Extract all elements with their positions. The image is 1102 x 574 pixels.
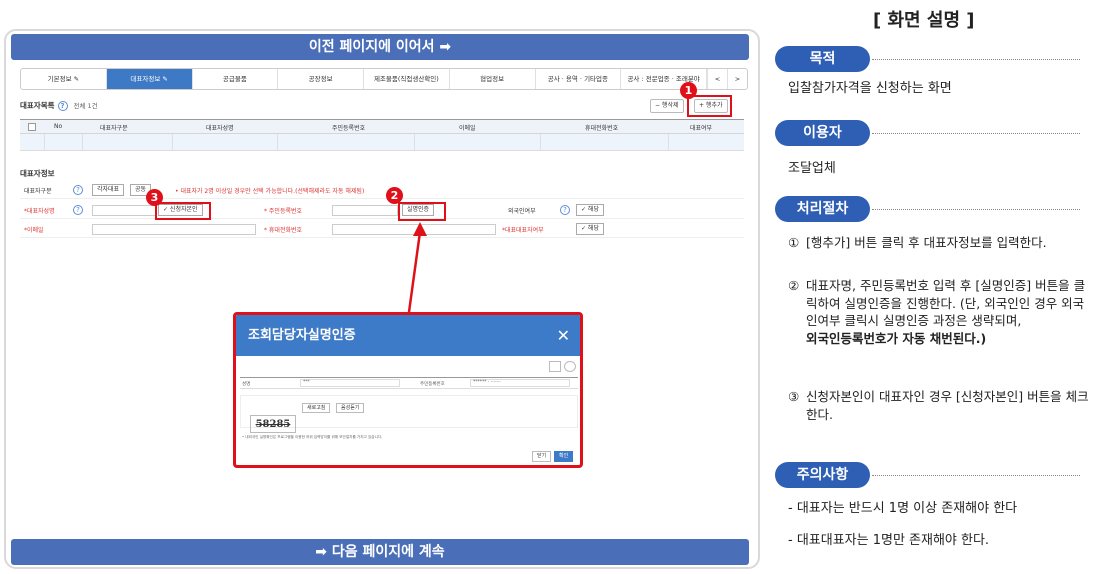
name-field[interactable]: *** [300, 379, 400, 387]
step-number: ③ [788, 389, 800, 404]
name-field-label: 성명 [242, 382, 251, 387]
dialog-close-button[interactable]: 닫기 [532, 451, 552, 462]
step-text: 신청자본인이 대표자인 경우 [신청자본인] 버튼을 체크한다. [806, 389, 1089, 422]
arrow-head [413, 222, 427, 236]
close-icon[interactable]: ✕ [557, 315, 570, 356]
purpose-pill: 목적 [775, 46, 870, 72]
step-text: [행추가] 버튼 클릭 후 대표자정보를 입력한다. [806, 235, 1047, 250]
user-pill: 이용자 [775, 120, 870, 146]
captcha-refresh-button[interactable]: 새로고침 [302, 403, 331, 413]
process-step-2: ② 대표자명, 주민등록번호 입력 후 [실명인증] 버튼을 클릭하여 실명인증… [788, 277, 1093, 347]
print-icon[interactable] [549, 361, 561, 372]
description-title: [ 화면 설명 ] [873, 10, 975, 31]
step-number: ② [788, 278, 800, 293]
dotted-divider [872, 475, 1080, 476]
dialog-header: 조회담당자실명인증 ✕ [236, 315, 580, 356]
step-number: ① [788, 235, 800, 250]
callout-arrow [407, 222, 427, 313]
captcha-audio-button[interactable]: 음성듣기 [336, 403, 365, 413]
rrn-field-label: 주민등록번호 [420, 382, 445, 387]
dialog-title: 조회담당자실명인증 [248, 328, 356, 343]
settings-icon[interactable] [564, 361, 576, 372]
verification-dialog: 조회담당자실명인증 ✕ 성명 *** 주민등록번호 ****** · ·····… [233, 312, 583, 468]
purpose-text: 입찰참가자격을 신청하는 화면 [788, 81, 952, 96]
dialog-confirm-button[interactable]: 확인 [554, 451, 574, 462]
step-text: 대표자명, 주민등록번호 입력 후 [실명인증] 버튼을 클릭하여 실명인증을 … [806, 278, 1086, 328]
process-pill: 처리절차 [775, 196, 870, 222]
dialog-notice: • 내외국인 실명확인은 프로그램을 이용한 허위 입력방지를 위해 보안절차를… [242, 435, 383, 439]
dialog-field-row: 성명 *** 주민등록번호 ****** · ······· [240, 377, 578, 389]
captcha-image: 58285 [250, 415, 296, 433]
process-step-3: ③ 신청자본인이 대표자인 경우 [신청자본인] 버튼을 체크한다. [788, 388, 1093, 423]
dotted-divider [872, 209, 1080, 210]
process-step-1: ① [행추가] 버튼 클릭 후 대표자정보를 입력한다. [788, 234, 1093, 252]
user-text: 조달업체 [788, 161, 836, 176]
dotted-divider [872, 133, 1080, 134]
caution-item-1: - 대표자는 반드시 1명 이상 존재해야 한다 [788, 501, 1018, 516]
caution-pill: 주의사항 [775, 462, 870, 488]
rrn-field[interactable]: ****** · ······· [470, 379, 570, 387]
next-page-banner: ➡ 다음 페이지에 계속 [11, 539, 749, 565]
step-text-bold: 외국인등록번호가 자동 채번된다.) [806, 330, 987, 346]
dotted-divider [872, 59, 1080, 60]
arrow-line [407, 231, 422, 313]
caution-item-2: - 대표대표자는 1명만 존재해야 한다. [788, 533, 990, 548]
